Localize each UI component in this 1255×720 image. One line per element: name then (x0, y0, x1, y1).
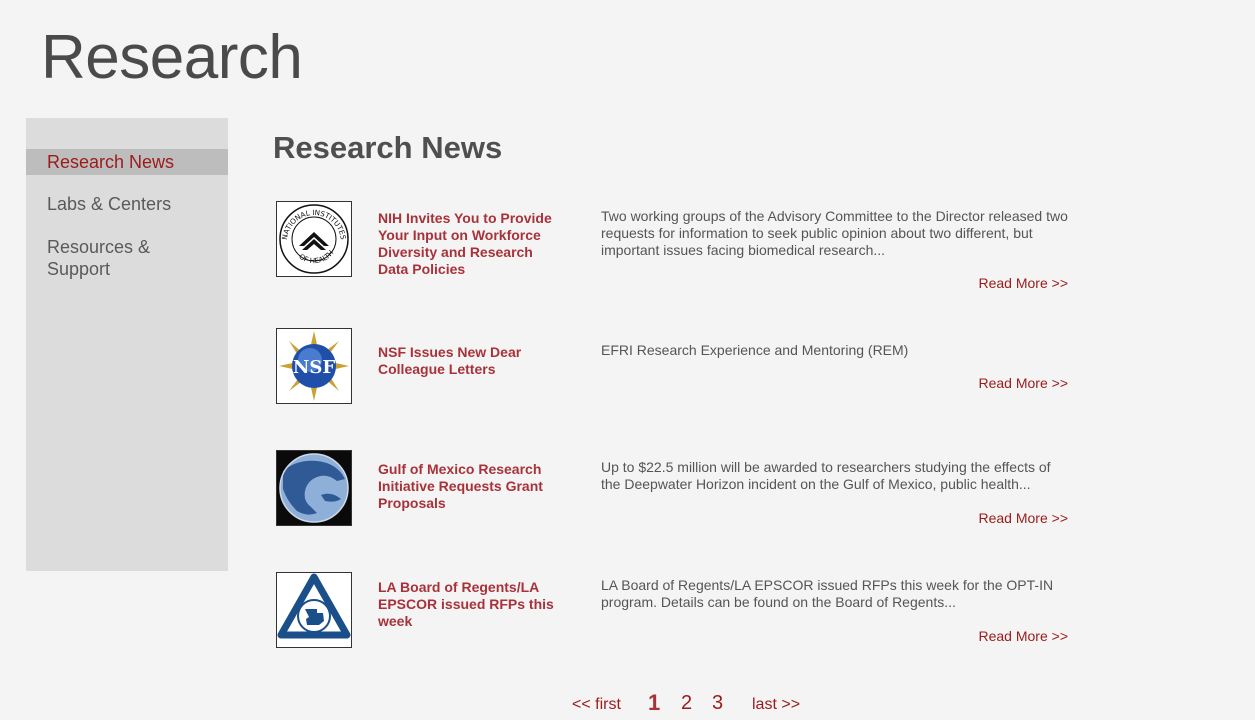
read-more-link[interactable]: Read More >> (979, 275, 1069, 291)
read-more-link[interactable]: Read More >> (979, 510, 1069, 526)
pager-page-1[interactable]: 1 (648, 690, 660, 716)
news-headline[interactable]: Gulf of Mexico Research Initiative Reque… (378, 461, 560, 512)
news-headline[interactable]: LA Board of Regents/LA EPSCOR issued RFP… (378, 579, 560, 630)
nih-seal-icon[interactable]: NATIONAL INSTITUTES OF HEALTH (276, 201, 352, 277)
pager-first-link[interactable]: << first (572, 696, 621, 714)
nsf-logo-icon[interactable]: NSF (276, 328, 352, 404)
news-summary: LA Board of Regents/LA EPSCOR issued RFP… (601, 577, 1054, 610)
news-summary: Up to $22.5 million will be awarded to r… (601, 459, 1051, 492)
sidebar-item-resources-support[interactable]: Resources & Support (26, 236, 197, 280)
news-summary: Two working groups of the Advisory Commi… (601, 208, 1068, 258)
news-headline[interactable]: NIH Invites You to Provide Your Input on… (378, 210, 560, 278)
section-title: Research News (273, 130, 503, 165)
read-more-link[interactable]: Read More >> (979, 628, 1069, 644)
pager-page-3[interactable]: 3 (712, 692, 723, 715)
news-headline[interactable]: NSF Issues New Dear Colleague Letters (378, 344, 560, 378)
sidebar-item-labs-centers[interactable]: Labs & Centers (26, 193, 171, 215)
sidebar-item-research-news[interactable]: Research News (26, 149, 228, 175)
page-title: Research (41, 23, 303, 92)
gulf-map-icon[interactable] (276, 450, 352, 526)
read-more-link[interactable]: Read More >> (979, 375, 1069, 391)
pager-last-link[interactable]: last >> (752, 696, 800, 714)
pager-page-2[interactable]: 2 (681, 692, 692, 715)
sidebar: Research News Labs & Centers Resources &… (26, 118, 228, 571)
news-summary: EFRI Research Experience and Mentoring (… (601, 342, 909, 358)
logo-text: NSF (293, 357, 335, 378)
louisiana-regents-logo-icon[interactable] (276, 572, 352, 648)
